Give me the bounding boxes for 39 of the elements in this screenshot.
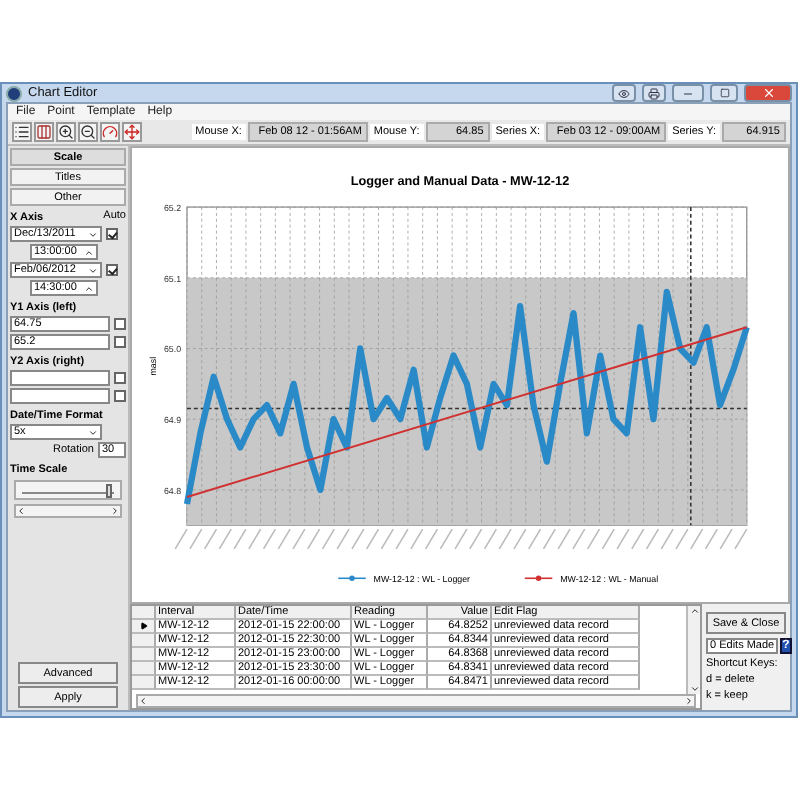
minimize-icon <box>682 87 694 99</box>
legend-marker <box>337 575 367 582</box>
zoom-in-icon[interactable] <box>56 122 76 142</box>
checkbox[interactable] <box>114 318 126 330</box>
scrollbar[interactable] <box>136 694 696 708</box>
scroll-right-icon <box>110 506 120 516</box>
legend-marker <box>524 575 554 582</box>
print-button[interactable] <box>642 84 666 102</box>
input-field[interactable] <box>10 370 110 386</box>
checkbox[interactable] <box>114 372 126 384</box>
eye-icon <box>618 87 630 99</box>
row-header[interactable] <box>132 620 156 634</box>
printer-icon <box>648 87 660 99</box>
scroll-up-icon <box>689 606 699 616</box>
scroll-left-icon <box>16 506 26 516</box>
scroll-down-icon <box>689 684 699 694</box>
view-button[interactable] <box>612 84 636 102</box>
close-icon <box>761 86 775 100</box>
columns-icon[interactable] <box>34 122 54 142</box>
scrollbar[interactable] <box>14 504 122 518</box>
checkbox[interactable] <box>114 390 126 402</box>
list-icon[interactable] <box>12 122 32 142</box>
checkbox[interactable] <box>106 228 118 240</box>
time-scale-slider[interactable] <box>14 480 122 500</box>
scroll-left-icon <box>138 696 148 706</box>
scrollbar[interactable] <box>686 606 700 694</box>
scroll-right-icon <box>684 696 694 706</box>
maximize-icon <box>719 88 729 98</box>
input-field[interactable] <box>10 388 110 404</box>
row-pointer-icon <box>139 622 147 630</box>
zoom-out-icon[interactable] <box>78 122 98 142</box>
move-icon[interactable] <box>122 122 142 142</box>
app-icon <box>6 85 22 101</box>
checkbox[interactable] <box>106 264 118 276</box>
gauge-icon[interactable] <box>100 122 120 142</box>
checkbox[interactable] <box>114 336 126 348</box>
maximize-button[interactable] <box>710 84 738 102</box>
close-button[interactable] <box>744 84 792 102</box>
minimize-button[interactable] <box>672 84 704 102</box>
